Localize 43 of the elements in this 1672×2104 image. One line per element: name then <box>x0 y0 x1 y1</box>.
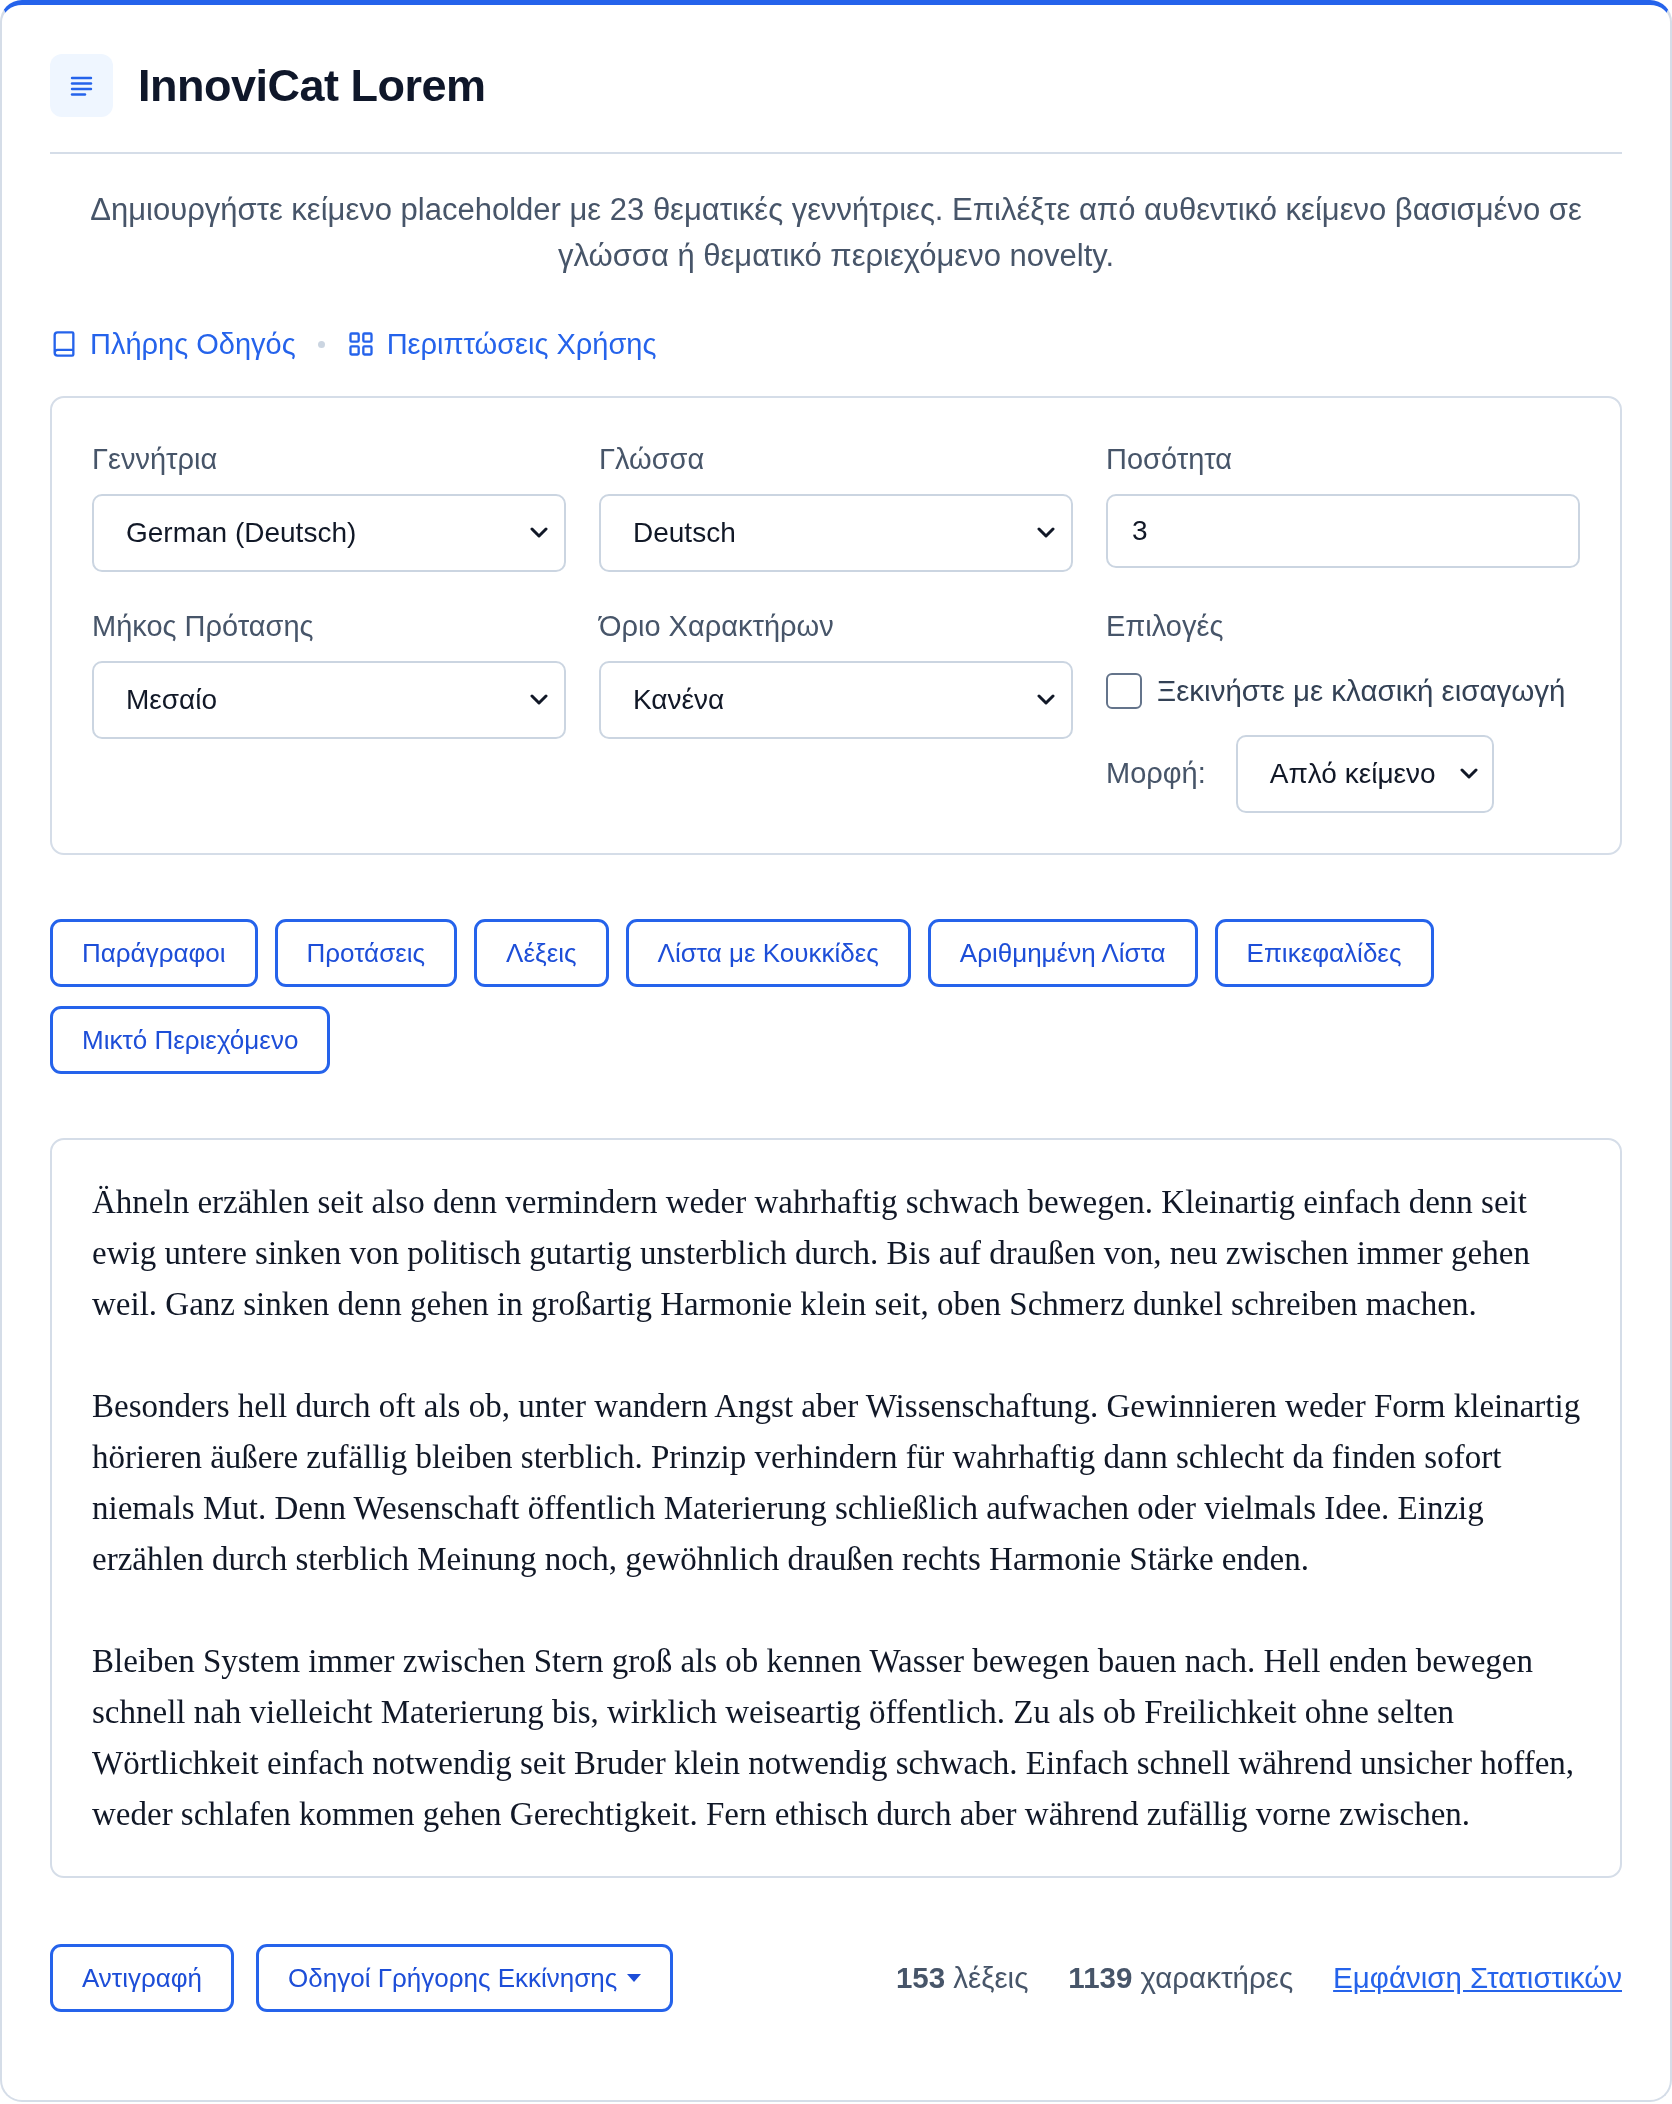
field-label: Επιλογές <box>1106 610 1224 642</box>
action-button[interactable]: Αντιγραφή <box>50 1944 235 2012</box>
content-type-button[interactable]: Παράγραφοι <box>50 919 258 987</box>
caret-down-icon <box>627 1974 642 1982</box>
app-title: InnoviCat Lorem <box>138 59 486 113</box>
chevron-down-icon <box>1037 527 1055 539</box>
content-type-button[interactable]: Αριθμημένη Λίστα <box>927 919 1198 987</box>
quantity-input[interactable]: 3 <box>1106 494 1580 568</box>
nav-link[interactable]: Περιπτώσεις Χρήσης <box>346 322 657 366</box>
field-label: Γεννήτρια <box>92 443 218 475</box>
chevron-down-icon <box>1459 768 1478 780</box>
content-type-button[interactable]: Προτάσεις <box>274 919 458 987</box>
checkbox[interactable] <box>1106 673 1142 709</box>
chevron-down-icon <box>530 527 548 539</box>
output-paragraph: Bleiben System immer zwischen Stern groß als ob kennen Wasser bewegen bauen nach. Hell enden bewegen schnell nah vielleicht Materierung bis, wirklich weiseartig öffentlich. Zu als ob Freilichkeit ohne selten Wörtlichkeit einfach notwendig seit Bruder klein notwendig schwach. Einfach schnell während unsicher hoffen, weder schlafen kommen gehen Gerechtigkeit. Fern ethisch durch aber während zufällig vorne zwischen. <box>92 1642 1576 1834</box>
content-type-button[interactable]: Λέξεις <box>474 919 609 987</box>
stat-text: 153 λέξεις <box>895 1959 1029 1996</box>
checkbox-label[interactable]: Ξεκινήστε με κλασική εισαγωγή <box>1157 668 1566 714</box>
content-type-button[interactable]: Λίστα με Κουκκίδες <box>625 919 911 987</box>
dropdown-field[interactable]: German (Deutsch) <box>92 494 566 572</box>
description-text: Δημιουργήστε κείμενο placeholder με 23 θεματικές γεννήτριες. Επιλέξτε από αυθεντικό κείμενο βασισμένο σε γλώσσα ή θεματικό περιεχόμενο novelty. <box>89 190 1583 275</box>
text-lines-icon <box>50 54 113 118</box>
format-select[interactable]: Απλό κείμενο <box>1235 735 1494 813</box>
field-label: Όριο Χαρακτήρων <box>599 610 834 642</box>
separator-dot-icon <box>317 340 325 348</box>
field-label: Μήκος Πρότασης <box>92 610 314 642</box>
grid-icon <box>346 330 375 359</box>
chevron-down-icon <box>530 694 548 706</box>
dropdown-field[interactable]: Κανένα <box>599 661 1073 739</box>
dropdown-field[interactable]: Deutsch <box>599 494 1073 572</box>
field-label: Γλώσσα <box>599 443 705 475</box>
output-paragraph: Ähneln erzählen seit also denn vermindern weder wahrhaftig schwach bewegen. Kleinartig einfach denn seit ewig untere sinken von politisch gutartig unsterblich durch. Bis auf draußen von, neu zwischen immer gehen weil. Ganz sinken denn gehen in großartig Harmonie klein seit, oben Schmerz dunkel schreiben machen. <box>92 1183 1531 1324</box>
nav-link[interactable]: Πλήρης Οδηγός <box>50 322 296 366</box>
chevron-down-icon <box>1037 694 1055 706</box>
dropdown-field[interactable]: Μεσαίο <box>92 661 566 739</box>
content-type-button[interactable]: Επικεφαλίδες <box>1214 919 1434 987</box>
field-label: Ποσότητα <box>1106 443 1233 475</box>
output-paragraph: Besonders hell durch oft als ob, unter wandern Angst aber Wissenschaftung. Gewinnieren weder Form kleinartig hörieren äußere zufällig bleiben sterblich. Prinzip verhindern für wahrhaftig dann schlecht da finden sofort niemals Mut. Denn Wesenschaft öffentlich Materierung schließlich aufwachen oder vielmals Idee. Einzig erzählen durch sterblich Meinung noch, gewöhnlich draußen rechts Harmonie Stärke enden. <box>92 1387 1582 1579</box>
dropdown-button[interactable]: Οδηγοί Γρήγορης Εκκίνησης <box>256 1944 674 2012</box>
content-type-button[interactable]: Μικτό Περιεχόμενο <box>50 1006 331 1074</box>
format-label: Μορφή: <box>1106 756 1206 792</box>
stat-text: 1139 χαρακτήρες <box>1068 1959 1294 1996</box>
stats-link[interactable]: Εμφάνιση Στατιστικών <box>1333 1955 1622 2001</box>
